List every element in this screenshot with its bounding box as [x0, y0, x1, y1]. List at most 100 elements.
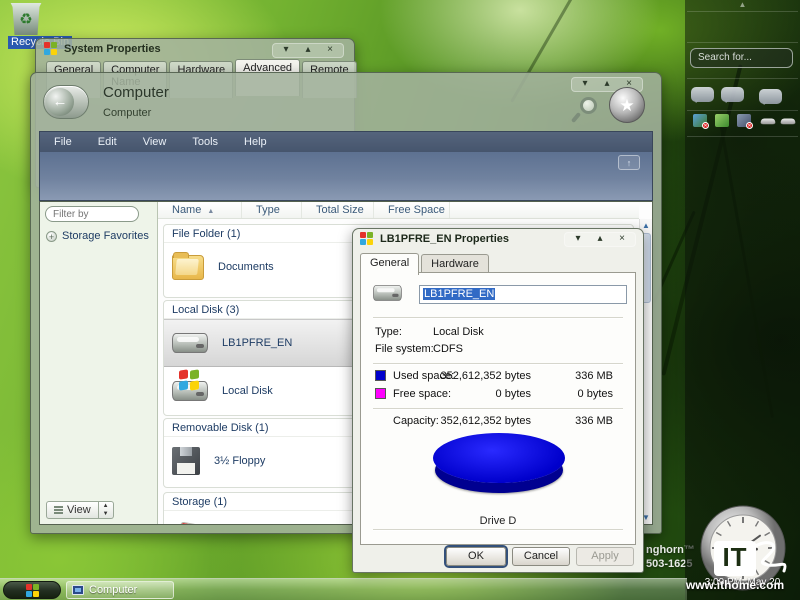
- general-tab-page: LB1PFRE_EN Type: Local Disk File system:…: [360, 272, 636, 545]
- maximize-button[interactable]: ▴: [590, 233, 610, 246]
- sidebar: ▲ Search for... ✕ ✕: [685, 0, 800, 600]
- used-space-swatch: [375, 370, 386, 381]
- system-properties-titlebar: System Properties: [44, 42, 161, 55]
- storage-favorites[interactable]: + Storage Favorites: [46, 230, 149, 242]
- menu-view[interactable]: View: [143, 136, 167, 148]
- window-controls: ▾ ▴ ×: [272, 43, 344, 58]
- filter-input[interactable]: [45, 206, 139, 222]
- storage-favorites-label: Storage Favorites: [62, 230, 149, 242]
- menu-tools[interactable]: Tools: [192, 136, 218, 148]
- minimize-button[interactable]: ▾: [276, 44, 296, 57]
- disk-usage-pie-chart: [433, 433, 565, 483]
- free-space-swatch: [375, 388, 386, 399]
- floppy-icon: [172, 447, 200, 475]
- column-headers: Name▲ Type Total Size Free Space: [158, 202, 639, 219]
- column-name[interactable]: Name▲: [158, 202, 242, 218]
- network-computer-icon[interactable]: ✕: [737, 114, 751, 127]
- start-button[interactable]: [3, 581, 61, 599]
- menu-bar: File Edit View Tools Help: [39, 131, 653, 152]
- games-icon: [172, 523, 202, 525]
- view-control: View ▲▼: [46, 501, 114, 519]
- chat-bubble-icon[interactable]: [759, 89, 782, 104]
- list-view-icon: [54, 506, 63, 514]
- volume-name-value: LB1PFRE_EN: [423, 288, 495, 300]
- page-title: Computer: [103, 84, 169, 101]
- taskbar: Computer: [0, 578, 687, 600]
- disk-icon: [172, 333, 208, 353]
- ok-button[interactable]: OK: [446, 547, 506, 566]
- sidebar-collapse-icon[interactable]: ▲: [739, 0, 747, 9]
- computer-icon: [72, 585, 84, 595]
- ithome-watermark: IT www.ithome.com: [680, 541, 790, 592]
- toolbar-band: ↑: [39, 152, 653, 201]
- back-button[interactable]: ←: [43, 85, 89, 119]
- view-button-label: View: [67, 504, 91, 516]
- separator: [373, 363, 623, 364]
- divider: [687, 136, 798, 137]
- free-space-bytes: 0 bytes: [411, 388, 531, 400]
- maximize-button[interactable]: ▴: [597, 78, 617, 91]
- maximize-button[interactable]: ▴: [298, 44, 318, 57]
- close-button[interactable]: ×: [612, 233, 632, 246]
- divider: [687, 42, 798, 43]
- dialog-title: LB1PFRE_EN Properties: [380, 233, 509, 245]
- type-value: Local Disk: [433, 326, 484, 338]
- column-type[interactable]: Type: [242, 202, 302, 218]
- divider: [687, 110, 798, 111]
- menu-file[interactable]: File: [54, 136, 72, 148]
- search-icon[interactable]: [580, 97, 597, 114]
- windows-disk-icon: [172, 381, 208, 401]
- update-icon[interactable]: ✕: [693, 114, 707, 127]
- used-space-size: 336 MB: [553, 370, 613, 382]
- drive-icon[interactable]: [780, 119, 796, 125]
- chat-bubble-icon[interactable]: [691, 87, 714, 102]
- close-button[interactable]: ×: [320, 44, 340, 57]
- divider: [687, 78, 798, 79]
- column-total-size[interactable]: Total Size: [302, 202, 374, 218]
- windows-flag-icon: [26, 584, 39, 597]
- star-icon[interactable]: ★: [609, 87, 645, 123]
- filesystem-value: CDFS: [433, 343, 463, 355]
- view-button[interactable]: View: [46, 501, 99, 519]
- free-space-size: 0 bytes: [553, 388, 613, 400]
- scroll-up-icon[interactable]: ▲: [640, 221, 652, 230]
- sort-asc-icon: ▲: [207, 208, 214, 215]
- pie-chart-label: Drive D: [361, 515, 635, 527]
- chat-bubble-icon[interactable]: [721, 87, 744, 102]
- task-button-label: Computer: [89, 584, 137, 596]
- disk-icon: [373, 285, 402, 301]
- ithome-url: www.ithome.com: [680, 578, 790, 592]
- properties-dialog[interactable]: LB1PFRE_EN Properties ▾ ▴ × General Hard…: [352, 228, 644, 573]
- sync-icon[interactable]: [715, 114, 729, 127]
- menu-help[interactable]: Help: [244, 136, 267, 148]
- back-icon: ←: [46, 88, 74, 116]
- item-label: Documents: [218, 261, 274, 273]
- left-panel: + Storage Favorites View ▲▼: [40, 202, 158, 524]
- windows-flag-icon: [360, 232, 373, 245]
- drive-icon[interactable]: [760, 119, 776, 125]
- alert-badge: ✕: [702, 122, 709, 129]
- window-controls: ▾ ▴ ×: [564, 232, 636, 247]
- minimize-button[interactable]: ▾: [568, 233, 588, 246]
- cancel-button[interactable]: Cancel: [512, 547, 570, 566]
- alert-badge: ✕: [746, 122, 753, 129]
- menu-edit[interactable]: Edit: [98, 136, 117, 148]
- view-spinner[interactable]: ▲▼: [99, 501, 114, 519]
- divider: [687, 11, 798, 12]
- recycle-bin-icon: ♻: [10, 3, 42, 35]
- dialog-buttons: OK Cancel Apply: [353, 547, 643, 567]
- apply-button[interactable]: Apply: [576, 547, 634, 566]
- task-button-computer[interactable]: Computer: [66, 581, 174, 599]
- item-label: LB1PFRE_EN: [222, 337, 292, 349]
- dialog-titlebar: LB1PFRE_EN Properties: [360, 232, 509, 245]
- breadcrumb: Computer: [103, 107, 151, 119]
- sidebar-search-input[interactable]: Search for...: [690, 48, 793, 68]
- scribble-decoration: [748, 537, 792, 577]
- column-free-space[interactable]: Free Space: [374, 202, 450, 218]
- capacity-size: 336 MB: [553, 415, 613, 427]
- tab-general[interactable]: General: [360, 253, 419, 275]
- windows-flag-icon: [44, 42, 57, 55]
- minimize-button[interactable]: ▾: [575, 78, 595, 91]
- volume-name-input[interactable]: LB1PFRE_EN: [419, 285, 627, 304]
- toolbar-expand-button[interactable]: ↑: [618, 155, 640, 170]
